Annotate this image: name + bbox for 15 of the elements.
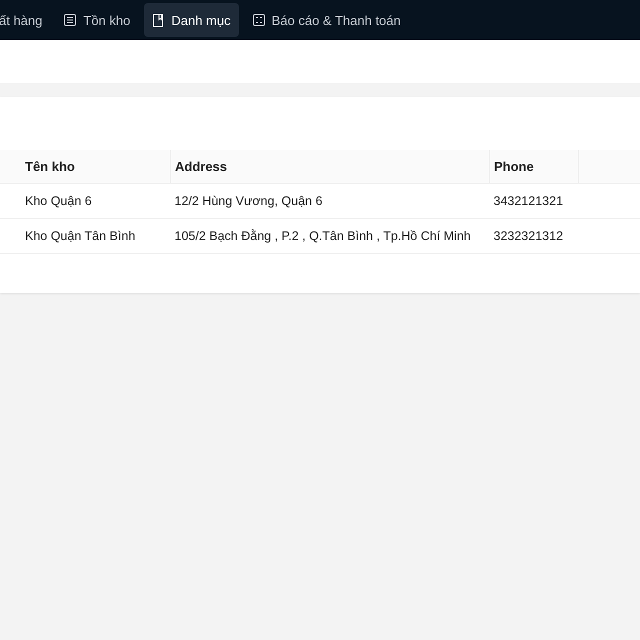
nav-tab[interactable]: Báo cáo & Thanh toán [244, 3, 409, 37]
nav-tab[interactable]: Tồn kho [56, 3, 138, 37]
book-icon [152, 14, 164, 26]
list-icon [64, 14, 76, 26]
table-cell: 3432121321 [490, 184, 578, 218]
table-cell: Kho Quận 6 [0, 184, 170, 218]
column-header: Phone [490, 150, 578, 184]
column-header: Tên kho [0, 150, 170, 184]
table-cell: 105/2 Bạch Đằng , P.2 , Q.Tân Bình , Tp.Hồ Chí Minh [170, 218, 490, 254]
grid-icon [252, 14, 265, 26]
column-header: Address [170, 150, 490, 184]
table-cell: 3232321312 [490, 218, 578, 254]
table-cell: Kho Quận Tân Bình [0, 218, 170, 254]
table-cell: 12/2 Hùng Vương, Quận 6 [170, 184, 490, 218]
nav-tab[interactable]: Danh mục [144, 3, 239, 37]
